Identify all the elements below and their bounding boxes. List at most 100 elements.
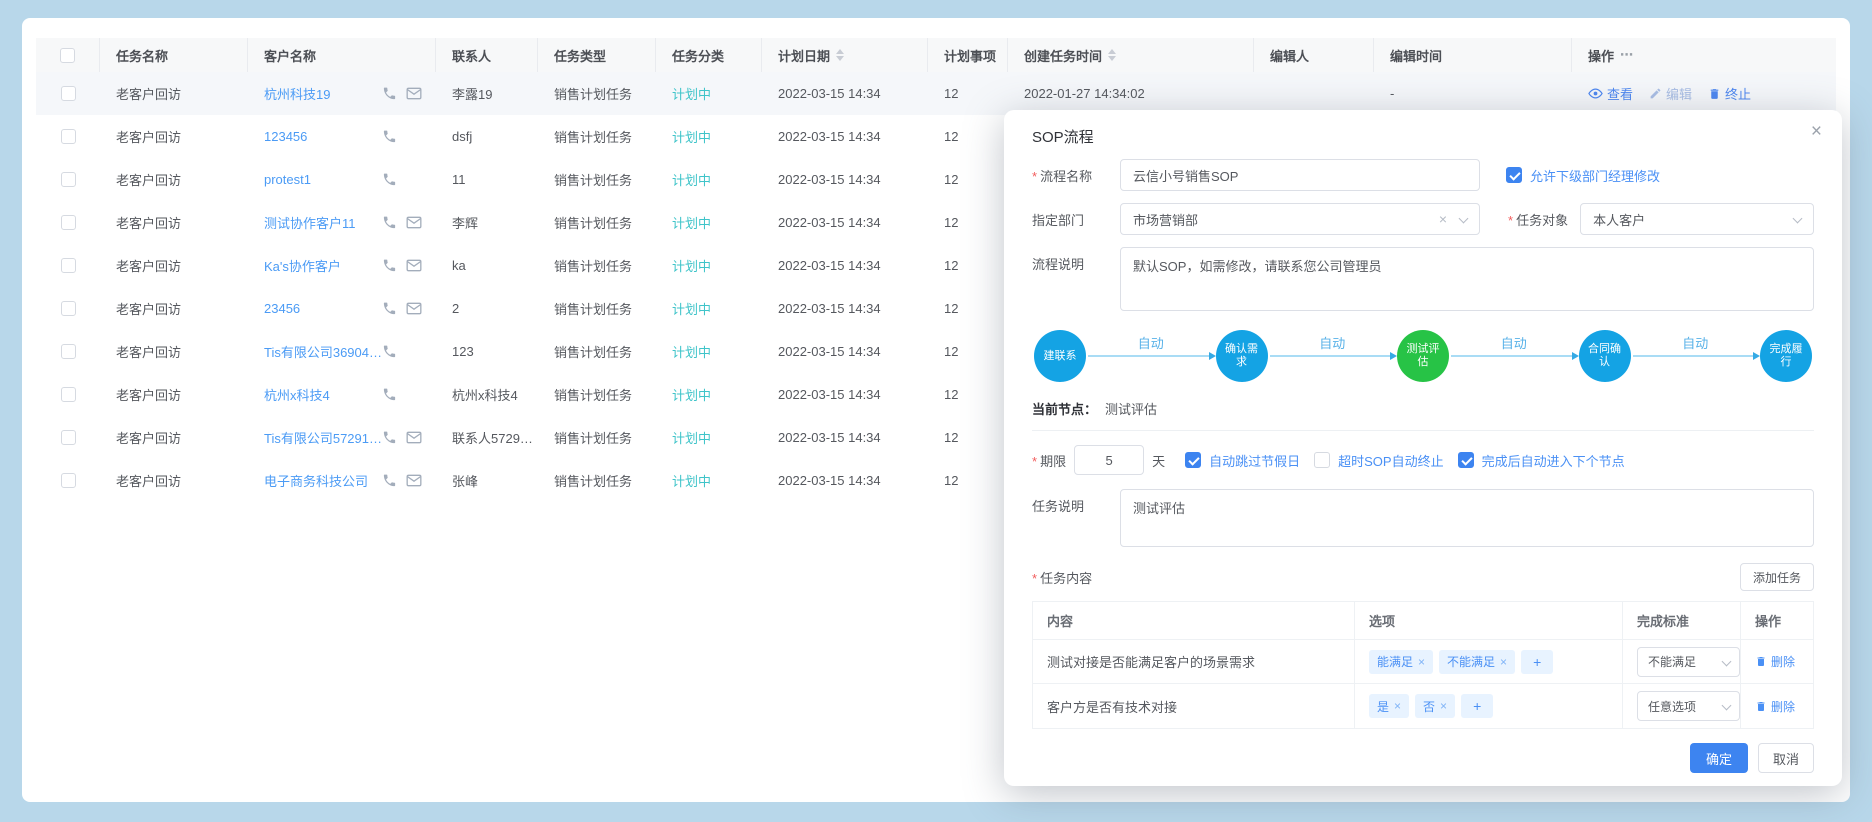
row-checkbox[interactable] [61, 172, 76, 187]
sort-icon[interactable] [1108, 49, 1116, 61]
allow-edit-checkbox[interactable] [1506, 167, 1522, 183]
customer-link[interactable]: Tis有限公司572914.. [264, 428, 382, 447]
mail-icon[interactable] [406, 259, 422, 272]
customer-link[interactable]: 23456 [264, 301, 300, 316]
task-content-label: *任务内容 [1032, 568, 1092, 587]
customer-link[interactable]: 杭州x科技4 [264, 385, 330, 404]
mail-icon[interactable] [406, 302, 422, 315]
task-name: 老客户回访 [100, 127, 248, 146]
col-plan-date[interactable]: 计划日期 [762, 38, 928, 72]
remove-tag-icon[interactable]: × [1418, 655, 1425, 669]
flow-node-active[interactable]: 测试评估 [1397, 330, 1449, 382]
close-icon[interactable]: × [1811, 122, 1822, 141]
flow-node[interactable]: 完成履行 [1760, 330, 1812, 382]
auto-next-node-label[interactable]: 完成后自动进入下个节点 [1482, 451, 1625, 470]
remove-tag-icon[interactable]: × [1440, 699, 1447, 713]
plan-date: 2022-03-15 14:34 [762, 129, 928, 144]
skip-holidays-checkbox[interactable] [1185, 452, 1201, 468]
mail-icon[interactable] [406, 216, 422, 229]
row-checkbox[interactable] [61, 473, 76, 488]
clear-icon[interactable]: × [1439, 211, 1447, 227]
sort-icon[interactable] [836, 49, 844, 61]
flow-node[interactable]: 合同确认 [1579, 330, 1631, 382]
deadline-input[interactable] [1074, 445, 1144, 475]
phone-icon[interactable] [382, 258, 397, 273]
phone-icon[interactable] [382, 430, 397, 445]
row-checkbox[interactable] [61, 86, 76, 101]
delete-link[interactable]: 删除 [1755, 653, 1795, 670]
customer-link[interactable]: 杭州科技19 [264, 84, 330, 103]
select-all-checkbox[interactable] [60, 48, 75, 63]
task-content-table: 内容 选项 完成标准 操作 测试对接是否能满足客户的场景需求 能满足× 不能满足… [1032, 601, 1814, 729]
cancel-button[interactable]: 取消 [1758, 743, 1814, 773]
more-icon[interactable]: ⋯ [1620, 47, 1634, 63]
task-target-select[interactable]: 本人客户 [1580, 203, 1814, 235]
row-checkbox[interactable] [61, 387, 76, 402]
add-task-button[interactable]: 添加任务 [1740, 563, 1814, 591]
trash-icon [1708, 87, 1721, 101]
col-create-time[interactable]: 创建任务时间 [1008, 38, 1254, 72]
row-checkbox[interactable] [61, 301, 76, 316]
remove-tag-icon[interactable]: × [1500, 655, 1507, 669]
add-option-button[interactable]: + [1521, 650, 1553, 674]
skip-holidays-label[interactable]: 自动跳过节假日 [1209, 451, 1300, 470]
standard-select[interactable]: 任意选项 [1637, 691, 1740, 721]
department-row: 指定部门 市场营销部× *任务对象 本人客户 [1032, 203, 1814, 235]
timeout-terminate-checkbox[interactable] [1314, 452, 1330, 468]
phone-icon[interactable] [382, 215, 397, 230]
row-checkbox[interactable] [61, 129, 76, 144]
col-options: 选项 [1355, 602, 1623, 639]
option-tag[interactable]: 能满足× [1369, 650, 1433, 674]
trash-icon [1755, 700, 1767, 713]
phone-icon[interactable] [382, 86, 397, 101]
mail-icon[interactable] [406, 474, 422, 487]
row-checkbox[interactable] [61, 215, 76, 230]
task-desc-textarea[interactable]: 测试评估 [1120, 489, 1814, 547]
row-checkbox[interactable] [61, 344, 76, 359]
timeout-terminate-label[interactable]: 超时SOP自动终止 [1338, 451, 1443, 470]
phone-icon[interactable] [382, 344, 397, 359]
row-checkbox[interactable] [61, 258, 76, 273]
option-tag[interactable]: 是× [1369, 694, 1409, 718]
remove-tag-icon[interactable]: × [1394, 699, 1401, 713]
customer-link[interactable]: 123456 [264, 129, 307, 144]
flow-node[interactable]: 确认需求 [1216, 330, 1268, 382]
mail-icon[interactable] [406, 87, 422, 100]
flow-node[interactable]: 建联系 [1034, 330, 1086, 382]
plan-date: 2022-03-15 14:34 [762, 86, 928, 101]
add-option-button[interactable]: + [1461, 694, 1493, 718]
customer-link[interactable]: 测试协作客户11 [264, 213, 356, 232]
phone-icon[interactable] [382, 473, 397, 488]
task-type: 销售计划任务 [538, 256, 656, 275]
mail-icon[interactable] [406, 431, 422, 444]
customer-link[interactable]: Tis有限公司36904287 [264, 342, 382, 361]
plan-items: 12 [928, 430, 1008, 445]
phone-icon[interactable] [382, 172, 397, 187]
status-badge: 计划中 [656, 428, 762, 447]
standard-select[interactable]: 不能满足 [1637, 647, 1740, 677]
status-badge: 计划中 [656, 127, 762, 146]
task-name: 老客户回访 [100, 84, 248, 103]
customer-link[interactable]: protest1 [264, 172, 311, 187]
view-link[interactable]: 查看 [1588, 84, 1633, 103]
confirm-button[interactable]: 确定 [1690, 743, 1748, 773]
customer-link[interactable]: Ka's协作客户 [264, 256, 341, 275]
delete-link[interactable]: 删除 [1755, 698, 1795, 715]
department-select[interactable]: 市场营销部× [1120, 203, 1480, 235]
edit-link[interactable]: 编辑 [1649, 84, 1692, 103]
process-desc-textarea[interactable]: 默认SOP，如需修改，请联系您公司管理员 [1120, 247, 1814, 311]
option-tag[interactable]: 不能满足× [1439, 650, 1515, 674]
row-checkbox[interactable] [61, 430, 76, 445]
contact: dsfj [436, 129, 538, 144]
auto-next-node-checkbox[interactable] [1458, 452, 1474, 468]
customer-link[interactable]: 电子商务科技公司 [264, 471, 368, 490]
phone-icon[interactable] [382, 129, 397, 144]
phone-icon[interactable] [382, 387, 397, 402]
required-star: * [1032, 454, 1037, 469]
allow-edit-label[interactable]: 允许下级部门经理修改 [1530, 166, 1660, 185]
phone-icon[interactable] [382, 301, 397, 316]
plan-items: 12 [928, 172, 1008, 187]
process-name-input[interactable] [1120, 159, 1480, 191]
option-tag[interactable]: 否× [1415, 694, 1455, 718]
stop-link[interactable]: 终止 [1708, 84, 1751, 103]
